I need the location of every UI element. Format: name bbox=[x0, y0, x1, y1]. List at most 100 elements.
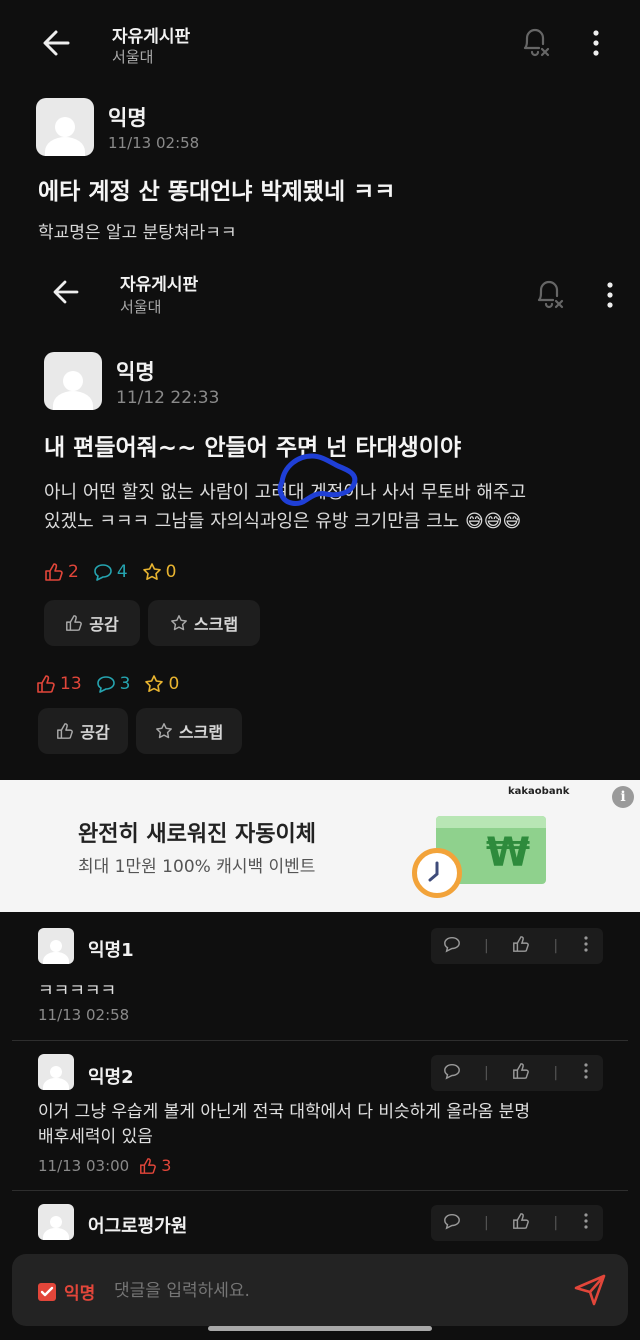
speech-bubble-icon bbox=[443, 936, 460, 953]
more-menu-button[interactable] bbox=[584, 28, 608, 58]
avatar bbox=[38, 1054, 74, 1090]
separator: | bbox=[553, 1065, 559, 1081]
back-arrow-icon bbox=[43, 30, 70, 56]
send-button[interactable] bbox=[572, 1272, 608, 1308]
home-indicator bbox=[208, 1326, 432, 1331]
separator: | bbox=[483, 1065, 489, 1081]
ad-info-button[interactable]: i bbox=[612, 786, 634, 808]
comment-count-value: 3 bbox=[119, 674, 131, 694]
reply-button[interactable] bbox=[443, 1062, 461, 1084]
comment-actions: | | bbox=[431, 928, 603, 964]
comment-text-line: 이거 그냥 우습게 볼게 아닌게 전국 대학에서 다 비슷하게 올라옴 분명 bbox=[38, 1102, 530, 1122]
post-body: 학교명은 알고 분탕쳐라ㅋㅋ bbox=[38, 223, 237, 243]
post-author: 익명 bbox=[108, 106, 147, 130]
notification-off-button[interactable] bbox=[518, 24, 552, 60]
board-title: 자유게시판 bbox=[120, 275, 199, 295]
like-button-label: 공감 bbox=[89, 615, 119, 634]
speech-bubble-icon bbox=[443, 1063, 460, 1080]
school-name: 서울대 bbox=[120, 298, 162, 316]
comment-input[interactable] bbox=[112, 1274, 556, 1308]
comment-more-button[interactable] bbox=[581, 935, 591, 957]
post-title: 내 편들어줘~~ 안들어 주면 넌 타대생이야 bbox=[44, 435, 462, 461]
star-icon bbox=[145, 675, 164, 692]
comment-text-line: 배후세력이 있음 bbox=[38, 1127, 153, 1147]
comment-like-value: 3 bbox=[161, 1156, 172, 1175]
reply-button[interactable] bbox=[443, 935, 461, 957]
thumbs-up-icon bbox=[37, 675, 55, 693]
scrap-count-value: 0 bbox=[168, 674, 180, 694]
star-icon bbox=[170, 615, 187, 631]
comment-composer: 익명 bbox=[12, 1254, 628, 1326]
ad-headline: 완전히 새로워진 자동이체 bbox=[78, 822, 316, 847]
thumbs-up-icon bbox=[513, 1063, 529, 1079]
like-button: 공감 bbox=[44, 600, 140, 646]
like-count-value: 13 bbox=[60, 674, 82, 694]
avatar bbox=[44, 352, 102, 410]
post-stats: 2 4 0 bbox=[44, 562, 176, 582]
post-body-text: 있겠노 ㅋㅋㅋ 그남들 자의식과잉은 유방 크기만큼 크노 bbox=[44, 511, 460, 532]
anonymous-toggle[interactable]: 익명 bbox=[38, 1279, 95, 1304]
comment-meta: 11/13 03:00 3 bbox=[38, 1156, 171, 1175]
more-vertical-icon bbox=[584, 936, 588, 952]
comment-actions: | | bbox=[431, 1205, 603, 1241]
like-count: 13 bbox=[36, 674, 82, 694]
comment-like-count: 3 bbox=[139, 1156, 171, 1175]
comment-like-button[interactable] bbox=[512, 1062, 530, 1084]
comment-like-button[interactable] bbox=[512, 935, 530, 957]
scrap-button[interactable]: 스크랩 bbox=[136, 708, 242, 754]
sweat-smile-emoji: 😅😅😅 bbox=[464, 511, 522, 532]
like-button-label: 공감 bbox=[80, 723, 110, 742]
more-vertical-icon bbox=[598, 280, 622, 314]
speech-bubble-icon bbox=[96, 676, 115, 693]
star-icon bbox=[142, 563, 161, 580]
send-icon bbox=[574, 1274, 606, 1306]
speech-bubble-icon bbox=[443, 1213, 460, 1230]
reply-button[interactable] bbox=[443, 1212, 461, 1234]
avatar bbox=[38, 928, 74, 964]
separator: | bbox=[553, 938, 559, 954]
ad-brand: kakaobank bbox=[508, 786, 570, 797]
avatar bbox=[36, 98, 94, 156]
ad-illustration: ₩ bbox=[410, 814, 550, 898]
divider bbox=[12, 1040, 628, 1041]
clock-icon bbox=[412, 848, 462, 898]
post-date: 11/12 22:33 bbox=[116, 388, 220, 408]
scrap-button-label: 스크랩 bbox=[178, 723, 224, 742]
back-arrow-icon bbox=[48, 278, 82, 310]
comment-text: ㅋㅋㅋㅋㅋ bbox=[38, 981, 117, 1001]
checkbox-checked-icon bbox=[38, 1282, 56, 1301]
post-date: 11/13 02:58 bbox=[108, 134, 200, 152]
post-author: 익명 bbox=[116, 360, 155, 384]
comment-author: 익명2 bbox=[88, 1067, 134, 1088]
comment-count-value: 4 bbox=[116, 562, 128, 582]
like-count: 2 bbox=[44, 562, 79, 582]
comment-author: 어그로평가원 bbox=[88, 1216, 188, 1237]
thumbs-up-icon bbox=[513, 1213, 529, 1229]
comment-text: 이거 그냥 우습게 볼게 아닌게 전국 대학에서 다 비슷하게 올라옴 분명 배… bbox=[38, 1100, 530, 1150]
scrap-button-label: 스크랩 bbox=[193, 615, 239, 634]
like-button[interactable]: 공감 bbox=[38, 708, 128, 754]
scrap-count: 0 bbox=[144, 674, 179, 694]
anonymous-label: 익명 bbox=[64, 1284, 96, 1304]
comment-like-button[interactable] bbox=[512, 1212, 530, 1234]
star-icon bbox=[155, 723, 172, 739]
school-name: 서울대 bbox=[112, 48, 154, 66]
post-stats: 13 3 0 bbox=[36, 674, 179, 694]
scrap-count-value: 0 bbox=[165, 562, 177, 582]
speech-bubble-icon bbox=[94, 564, 112, 581]
separator: | bbox=[553, 1215, 559, 1231]
bell-off-icon bbox=[532, 276, 566, 316]
ad-banner[interactable]: kakaobank i 완전히 새로워진 자동이체 최대 1만원 100% 캐시… bbox=[0, 780, 640, 912]
ad-subtext: 최대 1만원 100% 캐시백 이벤트 bbox=[78, 857, 316, 877]
back-button[interactable] bbox=[38, 28, 74, 58]
avatar bbox=[38, 1204, 74, 1240]
comment-actions: | | bbox=[431, 1055, 603, 1091]
comment-more-button[interactable] bbox=[581, 1062, 591, 1084]
comment-more-button[interactable] bbox=[581, 1212, 591, 1234]
scribble-annotation bbox=[277, 453, 358, 506]
separator: | bbox=[483, 1215, 489, 1231]
thumbs-up-icon bbox=[45, 563, 63, 581]
comment-author: 익명1 bbox=[88, 940, 134, 961]
thumbs-up-icon bbox=[513, 936, 529, 952]
more-vertical-icon bbox=[584, 1063, 588, 1079]
